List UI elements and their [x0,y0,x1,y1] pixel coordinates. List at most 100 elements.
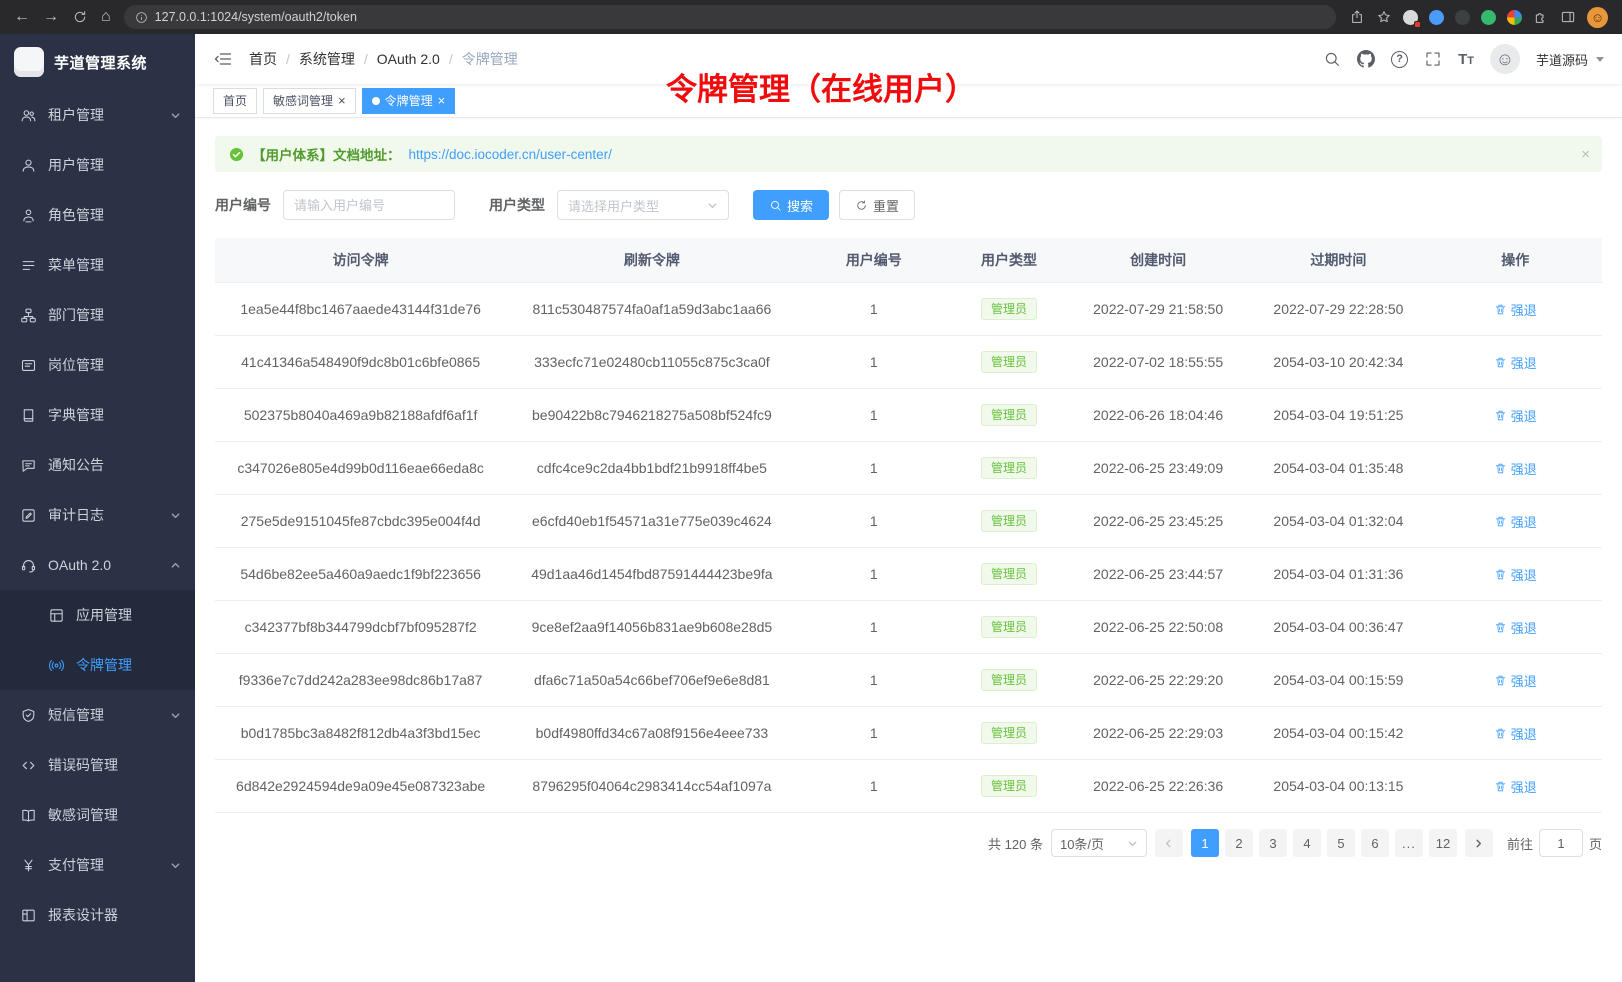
sidebar-item[interactable]: 租户管理 [0,90,195,140]
browser-back-icon[interactable]: ← [14,9,30,25]
doc-link[interactable]: https://doc.iocoder.cn/user-center/ [409,147,612,162]
sidebar-item[interactable]: OAuth 2.0 [0,540,195,590]
browser-reload-icon[interactable] [72,9,88,25]
page-button[interactable]: 4 [1293,829,1321,857]
sidebar-item[interactable]: 报表设计器 [0,890,195,940]
font-size-icon[interactable]: TT [1458,51,1474,68]
sidebar-item[interactable]: 短信管理 [0,690,195,740]
page-size-select[interactable]: 10条/页 [1051,829,1147,857]
site-info-icon[interactable] [135,11,148,24]
tab-item[interactable]: 首页 [213,88,257,114]
page-button[interactable]: 6 [1361,829,1389,857]
page-ellipsis[interactable]: ... [1395,829,1423,857]
sidebar-item-label: 支付管理 [48,855,170,875]
force-logout-button[interactable]: 强退 [1494,512,1537,531]
extension-blue-icon[interactable] [1429,10,1444,25]
breadcrumb-separator: / [364,51,368,67]
refresh-token-cell: 49d1aa46d1454fbd87591444423be9fa [506,548,797,601]
sidebar-item[interactable]: 部门管理 [0,290,195,340]
bookmark-star-icon[interactable] [1376,9,1392,25]
force-logout-button[interactable]: 强退 [1494,300,1537,319]
browser-forward-icon[interactable]: → [43,9,59,25]
force-logout-button[interactable]: 强退 [1494,406,1537,425]
user-type-select[interactable]: 请选择用户类型 [557,190,729,220]
force-logout-button[interactable]: 强退 [1494,459,1537,478]
sidebar-item[interactable]: 审计日志 [0,490,195,540]
sidebar-item[interactable]: 通知公告 [0,440,195,490]
close-tab-icon[interactable]: × [338,94,346,107]
table-row: c347026e805e4d99b0d116eae66eda8ccdfc4ce9… [215,442,1602,495]
access-token-cell: 41c41346a548490f9dc8b01c6bfe0865 [215,336,506,389]
audit-icon [20,507,37,524]
table-row: c342377bf8b344799dcbf7bf095287f29ce8ef2a… [215,601,1602,654]
browser-home-icon[interactable]: ⌂ [101,9,111,25]
col-actions: 操作 [1429,238,1602,283]
sidebar-subitem[interactable]: 应用管理 [0,590,195,640]
action-cell: 强退 [1429,389,1602,442]
sidebar-subitem[interactable]: 令牌管理 [0,640,195,690]
page-button[interactable]: 3 [1259,829,1287,857]
tab-item[interactable]: 敏感词管理× [263,88,356,114]
created-time-cell: 2022-06-25 22:50:08 [1068,601,1248,654]
sidebar-item[interactable]: 用户管理 [0,140,195,190]
page-button[interactable]: 5 [1327,829,1355,857]
breadcrumb-item[interactable]: 首页 [249,49,277,69]
sidebar-item[interactable]: 敏感词管理 [0,790,195,840]
sidebar-item[interactable]: 字典管理 [0,390,195,440]
sidebar-item[interactable]: 错误码管理 [0,740,195,790]
page-button[interactable]: 1 [1191,829,1219,857]
sidebar-item[interactable]: 支付管理 [0,840,195,890]
next-page-button[interactable] [1465,829,1493,857]
col-user-id: 用户编号 [798,238,951,283]
chevron-left-icon [1163,838,1174,849]
user-avatar[interactable]: ☺ [1490,44,1520,74]
sidebar-item[interactable]: 岗位管理 [0,340,195,390]
address-bar[interactable]: 127.0.0.1:1024/system/oauth2/token [124,5,1336,29]
extension-dark-icon[interactable] [1455,10,1470,25]
close-tab-icon[interactable]: × [438,94,446,107]
table-row: 275e5de9151045fe87cbdc395e004f4de6cfd40e… [215,495,1602,548]
colorful-pinwheel-icon[interactable] [1507,10,1522,25]
page-button[interactable]: 12 [1429,829,1457,857]
force-logout-button[interactable]: 强退 [1494,724,1537,743]
sidebar-panel-icon[interactable] [1560,9,1576,25]
puzzle-extensions-icon[interactable] [1533,9,1549,25]
extension-red-icon[interactable] [1403,10,1418,25]
sidebar-item[interactable]: 角色管理 [0,190,195,240]
refresh-token-cell: 8796295f04064c2983414cc54af1097a [506,760,797,813]
user-type-cell: 管理员 [950,601,1068,654]
force-logout-button[interactable]: 强退 [1494,353,1537,372]
table-row: 1ea5e44f8bc1467aaede43144f31de76811c5304… [215,283,1602,336]
extension-green-icon[interactable] [1481,10,1496,25]
search-icon[interactable] [1323,50,1341,68]
github-icon[interactable] [1357,50,1375,68]
fullscreen-icon[interactable] [1424,50,1442,68]
goto-page-input[interactable] [1539,829,1583,857]
caret-down-icon[interactable] [1596,57,1604,62]
force-logout-button[interactable]: 强退 [1494,565,1537,584]
user-id-input[interactable] [283,190,455,220]
page-button[interactable]: 2 [1225,829,1253,857]
force-logout-button[interactable]: 强退 [1494,671,1537,690]
reset-button[interactable]: 重置 [839,190,915,220]
tab-label: 令牌管理 [385,92,433,109]
help-icon[interactable]: ? [1391,51,1408,68]
breadcrumb-item[interactable]: 系统管理 [299,49,355,69]
refresh-token-cell: b0df4980ffd34c67a08f9156e4eee733 [506,707,797,760]
close-alert-icon[interactable]: × [1581,146,1590,163]
app-logo-row[interactable]: 芋道管理系统 [0,34,195,90]
search-button[interactable]: 搜索 [753,190,829,220]
sidebar-item[interactable]: 菜单管理 [0,240,195,290]
sidebar-item-label: OAuth 2.0 [48,557,170,573]
collapse-sidebar-icon[interactable] [213,49,233,69]
breadcrumb-item[interactable]: OAuth 2.0 [377,51,440,67]
created-time-cell: 2022-07-02 18:55:55 [1068,336,1248,389]
share-icon[interactable] [1349,9,1365,25]
table-header-row: 访问令牌 刷新令牌 用户编号 用户类型 创建时间 过期时间 操作 [215,238,1602,283]
tab-active[interactable]: 令牌管理 × [362,88,456,114]
force-logout-button[interactable]: 强退 [1494,618,1537,637]
force-logout-button[interactable]: 强退 [1494,777,1537,796]
prev-page-button[interactable] [1155,829,1183,857]
browser-profile-avatar[interactable]: ☺ [1587,7,1608,28]
user-name[interactable]: 芋道源码 [1536,50,1588,69]
